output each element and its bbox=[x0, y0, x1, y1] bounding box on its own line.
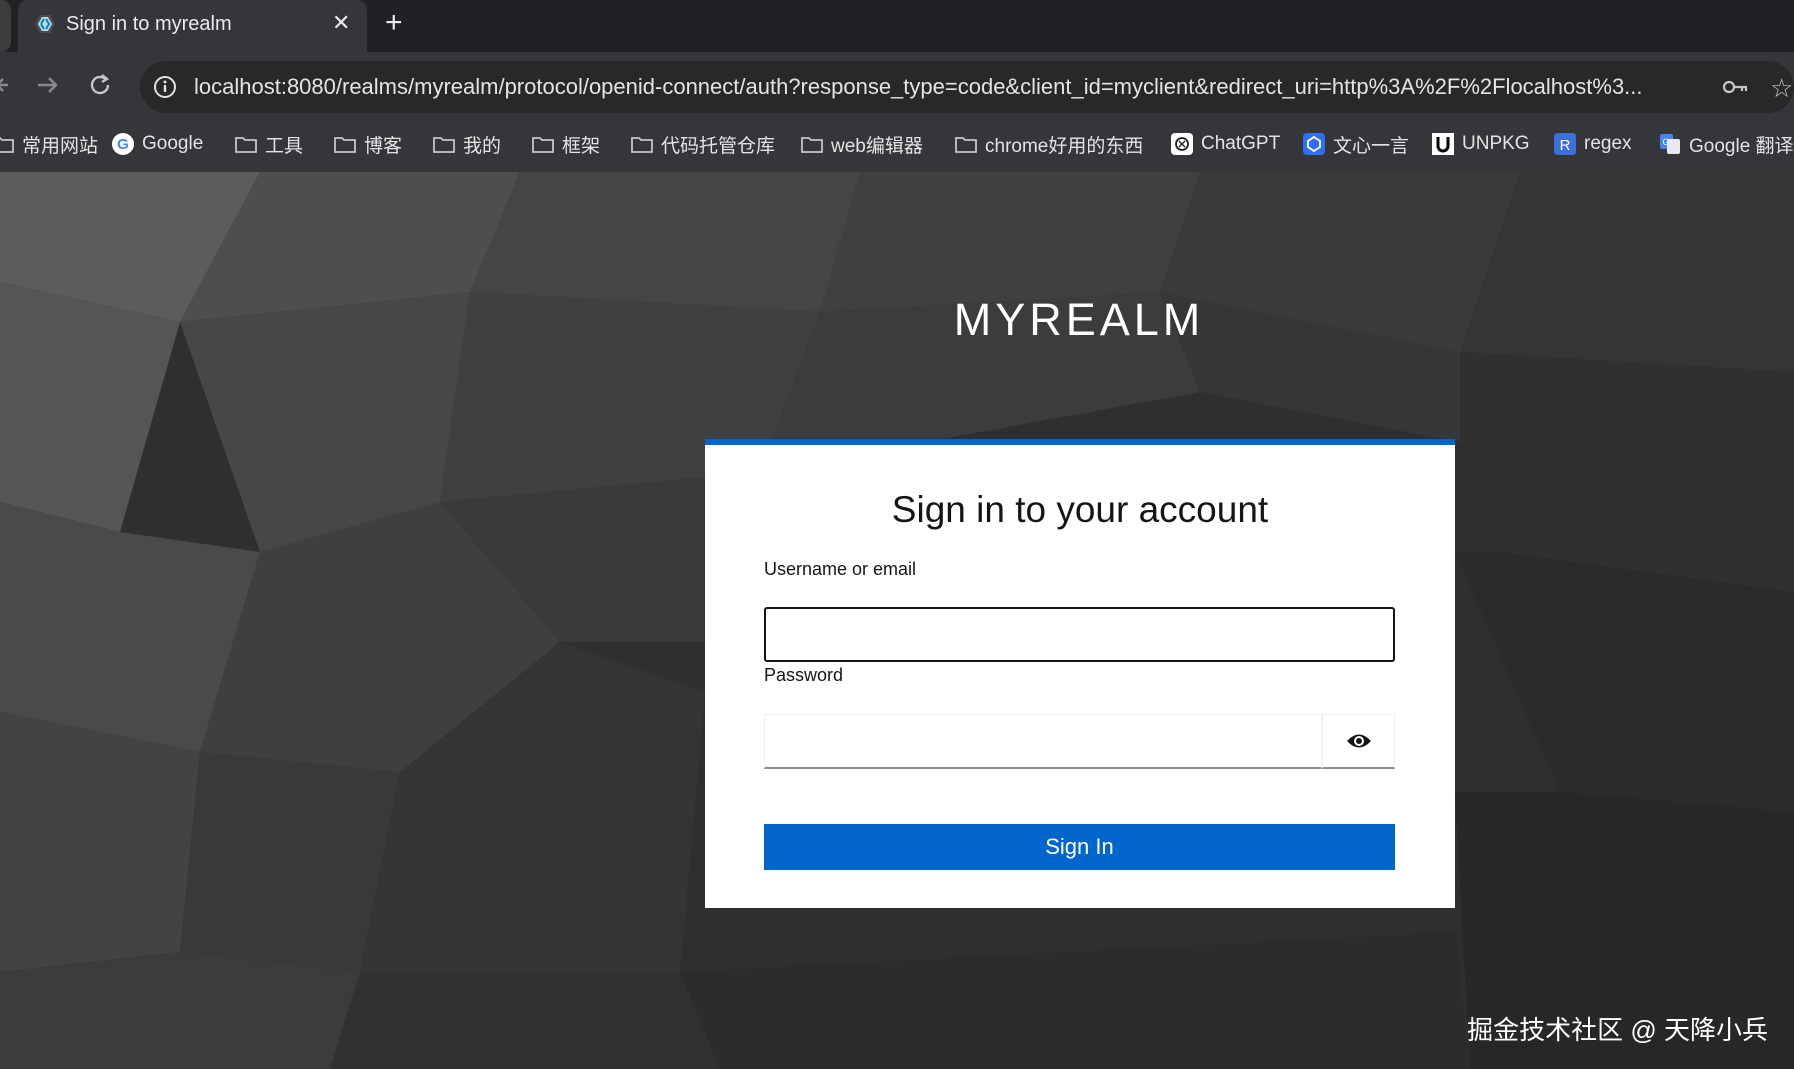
bookmark-label: web编辑器 bbox=[831, 135, 923, 157]
bookmark-label: 工具 bbox=[265, 135, 304, 157]
login-heading: Sign in to your account bbox=[891, 489, 1269, 530]
tab-strip: Sign in to myrealm ✕ + bbox=[0, 0, 1794, 52]
bookmark-label: 博客 bbox=[364, 135, 403, 157]
close-tab-icon[interactable]: ✕ bbox=[332, 12, 350, 34]
login-card: Sign in to your account Username or emai… bbox=[705, 439, 1455, 908]
wenxin-icon bbox=[1303, 133, 1325, 155]
previous-tab-edge[interactable] bbox=[0, 0, 11, 52]
svg-text:G: G bbox=[1662, 137, 1669, 147]
bookmark-label: 我的 bbox=[463, 135, 502, 157]
folder-icon bbox=[532, 133, 554, 155]
google-icon: G bbox=[112, 133, 134, 155]
svg-text:G: G bbox=[117, 136, 129, 153]
folder-icon bbox=[631, 133, 653, 155]
eye-icon bbox=[1346, 732, 1372, 750]
bookmark-label: 代码托管仓库 bbox=[661, 135, 776, 157]
show-password-button[interactable] bbox=[1322, 714, 1395, 769]
active-tab[interactable]: Sign in to myrealm ✕ bbox=[18, 0, 367, 52]
browser-toolbar: localhost:8080/realms/myrealm/protocol/o… bbox=[0, 52, 1794, 172]
bookmark-wenxin[interactable]: 文心一言 bbox=[1303, 122, 1409, 166]
unpkg-icon bbox=[1432, 133, 1454, 155]
bookmark-folder-代码托管仓库[interactable]: 代码托管仓库 bbox=[631, 122, 775, 166]
bookmark-folder-工具[interactable]: 工具 bbox=[235, 122, 303, 166]
back-arrow-icon[interactable] bbox=[0, 72, 10, 98]
bookmark-folder-博客[interactable]: 博客 bbox=[334, 122, 402, 166]
bookmark-folder-常用网站[interactable]: 常用网站 bbox=[0, 122, 98, 166]
keycloak-favicon-icon bbox=[32, 13, 58, 35]
bookmark-folder-我的[interactable]: 我的 bbox=[433, 122, 501, 166]
bookmark-label: 文心一言 bbox=[1333, 135, 1410, 157]
reload-icon[interactable] bbox=[87, 72, 113, 98]
svg-text:R: R bbox=[1560, 137, 1571, 154]
bookmark-label: chrome好用的东西 bbox=[985, 135, 1144, 157]
bookmark-folder-框架[interactable]: 框架 bbox=[532, 122, 600, 166]
url-text[interactable]: localhost:8080/realms/myrealm/protocol/o… bbox=[194, 74, 1643, 100]
login-page: MYREALM Sign in to your account Username… bbox=[0, 172, 1794, 1069]
bookmark-chatgpt[interactable]: ChatGPT bbox=[1171, 122, 1280, 166]
bookmark-folder-chrome好用的东西[interactable]: chrome好用的东西 bbox=[955, 122, 1143, 166]
watermark: 掘金技术社区 @ 天降小兵 bbox=[1467, 1015, 1768, 1045]
bookmark-label: 框架 bbox=[562, 135, 601, 157]
bookmark-google-translate[interactable]: G Google 翻译 bbox=[1659, 122, 1794, 166]
folder-icon bbox=[955, 133, 977, 155]
password-label: Password bbox=[764, 665, 844, 685]
new-tab-button[interactable]: + bbox=[385, 8, 403, 38]
bookmark-unpkg[interactable]: UNPKG bbox=[1432, 122, 1530, 166]
bookmark-label: ChatGPT bbox=[1201, 133, 1281, 154]
site-info-icon[interactable] bbox=[152, 74, 178, 100]
bookmarks-bar: 常用网站 G Google 工具 博客 我的 框架 代码托管仓库 web编辑器 bbox=[0, 122, 1794, 166]
bookmark-google[interactable]: G Google bbox=[112, 122, 203, 166]
bookmark-regex[interactable]: R regex bbox=[1554, 122, 1632, 166]
folder-icon bbox=[801, 133, 823, 155]
folder-icon bbox=[235, 133, 257, 155]
folder-icon bbox=[334, 133, 356, 155]
google-translate-icon: G bbox=[1659, 133, 1681, 155]
chatgpt-icon bbox=[1171, 133, 1193, 155]
username-label: Username or email bbox=[764, 559, 917, 579]
regex-icon: R bbox=[1554, 133, 1576, 155]
realm-title: MYREALM bbox=[953, 294, 1205, 345]
bookmark-label: 常用网站 bbox=[22, 135, 99, 157]
bookmark-label: regex bbox=[1584, 133, 1632, 154]
password-input[interactable] bbox=[764, 714, 1322, 769]
sign-in-button[interactable]: Sign In bbox=[764, 824, 1395, 870]
bookmark-label: Google 翻译 bbox=[1689, 135, 1794, 157]
password-key-icon[interactable] bbox=[1722, 77, 1750, 97]
bookmark-label: UNPKG bbox=[1462, 133, 1530, 154]
folder-icon bbox=[0, 133, 14, 155]
tab-title: Sign in to myrealm bbox=[66, 13, 232, 35]
username-input[interactable] bbox=[764, 607, 1395, 662]
forward-arrow-icon[interactable] bbox=[34, 72, 60, 98]
folder-icon bbox=[433, 133, 455, 155]
bookmark-label: Google bbox=[142, 133, 204, 154]
bookmark-star-icon[interactable]: ☆ bbox=[1770, 73, 1793, 104]
bookmark-folder-web编辑器[interactable]: web编辑器 bbox=[801, 122, 923, 166]
address-bar[interactable]: localhost:8080/realms/myrealm/protocol/o… bbox=[140, 61, 1794, 113]
